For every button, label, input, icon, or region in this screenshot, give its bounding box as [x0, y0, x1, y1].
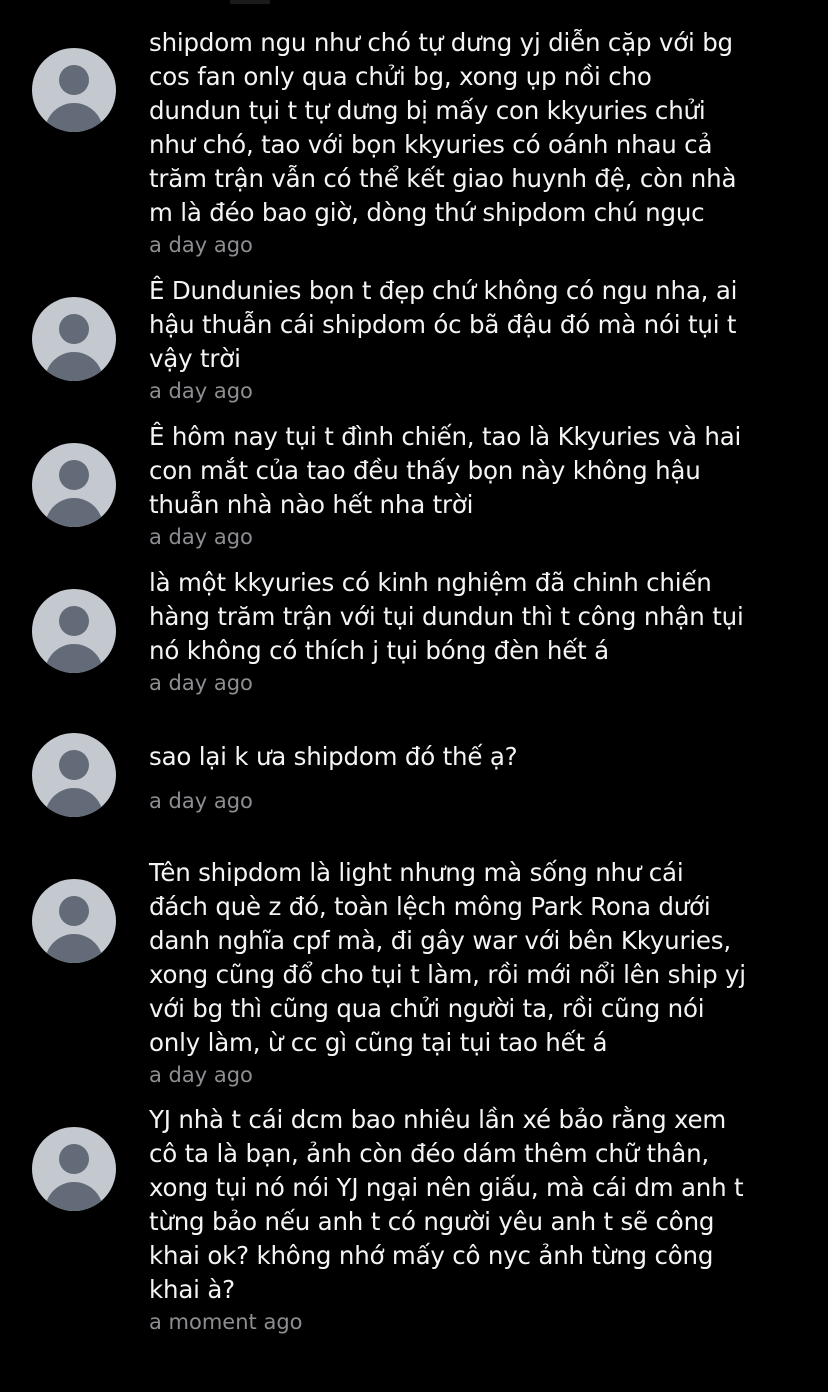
user-body-icon	[45, 934, 103, 963]
comment-text: là một kkyuries có kinh nghiệm đã chinh …	[149, 568, 744, 665]
avatar[interactable]	[32, 879, 116, 963]
user-body-icon	[45, 788, 103, 817]
avatar[interactable]	[32, 443, 116, 527]
user-head-icon	[59, 1144, 89, 1174]
user-head-icon	[59, 606, 89, 636]
user-head-icon	[59, 750, 89, 780]
comment-timestamp: a moment ago	[149, 1310, 303, 1334]
comment-body: sao lại k ưa shipdom đó thế ạ? a day ago	[149, 740, 809, 815]
comment-timestamp: a day ago	[149, 233, 253, 257]
avatar[interactable]	[32, 48, 116, 132]
user-body-icon	[45, 644, 103, 673]
comment-timestamp: a day ago	[149, 525, 253, 549]
previous-content-edge	[230, 0, 270, 4]
comment-text: YJ nhà t cái dcm bao nhiêu lần xé bảo rằ…	[149, 1105, 744, 1304]
comment-text: shipdom ngu như chó tự dưng yj diễn cặp …	[149, 28, 737, 227]
comment-timestamp: a day ago	[149, 1063, 253, 1087]
user-body-icon	[45, 352, 103, 381]
comment-text: Tên shipdom là light nhưng mà sống như c…	[149, 858, 746, 1057]
comment-text: Ê hôm nay tụi t đình chiến, tao là Kkyur…	[149, 422, 742, 519]
comment-body: Ê hôm nay tụi t đình chiến, tao là Kkyur…	[149, 420, 809, 551]
user-body-icon	[45, 103, 103, 132]
user-body-icon	[45, 498, 103, 527]
user-head-icon	[59, 460, 89, 490]
user-head-icon	[59, 314, 89, 344]
avatar[interactable]	[32, 297, 116, 381]
comment-body: Tên shipdom là light nhưng mà sống như c…	[149, 856, 809, 1089]
comment-text: Ê Dundunies bọn t đẹp chứ không có ngu n…	[149, 276, 738, 373]
comment-body: Ê Dundunies bọn t đẹp chứ không có ngu n…	[149, 274, 809, 405]
user-head-icon	[59, 896, 89, 926]
user-body-icon	[45, 1182, 103, 1211]
comment-timestamp: a day ago	[149, 671, 253, 695]
avatar[interactable]	[32, 589, 116, 673]
comment-timestamp: a day ago	[149, 789, 253, 813]
user-head-icon	[59, 65, 89, 95]
comment-text: sao lại k ưa shipdom đó thế ạ?	[149, 742, 518, 771]
comment-body: shipdom ngu như chó tự dưng yj diễn cặp …	[149, 26, 809, 259]
avatar[interactable]	[32, 1127, 116, 1211]
avatar[interactable]	[32, 733, 116, 817]
comment-body: là một kkyuries có kinh nghiệm đã chinh …	[149, 566, 809, 697]
comment-timestamp: a day ago	[149, 379, 253, 403]
comment-body: YJ nhà t cái dcm bao nhiêu lần xé bảo rằ…	[149, 1103, 809, 1336]
